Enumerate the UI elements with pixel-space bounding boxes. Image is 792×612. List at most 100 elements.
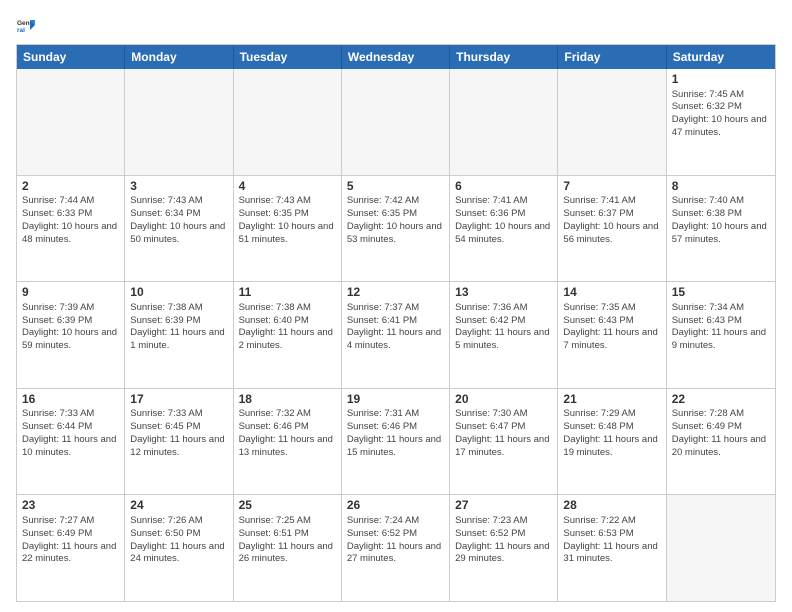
day-header-saturday: Saturday	[667, 45, 775, 69]
day-info: Sunrise: 7:31 AM Sunset: 6:46 PM Dayligh…	[347, 408, 444, 459]
week-row-4: 16Sunrise: 7:33 AM Sunset: 6:44 PM Dayli…	[17, 388, 775, 495]
day-cell: 7Sunrise: 7:41 AM Sunset: 6:37 PM Daylig…	[558, 176, 666, 282]
day-info: Sunrise: 7:36 AM Sunset: 6:42 PM Dayligh…	[455, 302, 552, 353]
day-cell: 25Sunrise: 7:25 AM Sunset: 6:51 PM Dayli…	[234, 495, 342, 601]
day-cell: 24Sunrise: 7:26 AM Sunset: 6:50 PM Dayli…	[125, 495, 233, 601]
day-cell: 21Sunrise: 7:29 AM Sunset: 6:48 PM Dayli…	[558, 389, 666, 495]
day-info: Sunrise: 7:38 AM Sunset: 6:39 PM Dayligh…	[130, 302, 227, 353]
day-cell: 11Sunrise: 7:38 AM Sunset: 6:40 PM Dayli…	[234, 282, 342, 388]
day-cell: 18Sunrise: 7:32 AM Sunset: 6:46 PM Dayli…	[234, 389, 342, 495]
day-info: Sunrise: 7:44 AM Sunset: 6:33 PM Dayligh…	[22, 195, 119, 246]
day-number: 26	[347, 498, 444, 514]
header: Gene ral	[16, 16, 776, 36]
day-cell: 16Sunrise: 7:33 AM Sunset: 6:44 PM Dayli…	[17, 389, 125, 495]
day-number: 8	[672, 179, 770, 195]
day-number: 4	[239, 179, 336, 195]
day-number: 27	[455, 498, 552, 514]
day-number: 2	[22, 179, 119, 195]
day-info: Sunrise: 7:24 AM Sunset: 6:52 PM Dayligh…	[347, 515, 444, 566]
day-info: Sunrise: 7:33 AM Sunset: 6:45 PM Dayligh…	[130, 408, 227, 459]
day-number: 16	[22, 392, 119, 408]
day-number: 9	[22, 285, 119, 301]
svg-text:ral: ral	[17, 27, 25, 34]
day-number: 1	[672, 72, 770, 88]
day-info: Sunrise: 7:29 AM Sunset: 6:48 PM Dayligh…	[563, 408, 660, 459]
week-row-2: 2Sunrise: 7:44 AM Sunset: 6:33 PM Daylig…	[17, 175, 775, 282]
day-cell	[234, 69, 342, 175]
day-cell: 15Sunrise: 7:34 AM Sunset: 6:43 PM Dayli…	[667, 282, 775, 388]
day-cell: 19Sunrise: 7:31 AM Sunset: 6:46 PM Dayli…	[342, 389, 450, 495]
day-info: Sunrise: 7:39 AM Sunset: 6:39 PM Dayligh…	[22, 302, 119, 353]
day-number: 24	[130, 498, 227, 514]
day-cell	[17, 69, 125, 175]
day-cell: 8Sunrise: 7:40 AM Sunset: 6:38 PM Daylig…	[667, 176, 775, 282]
day-header-thursday: Thursday	[450, 45, 558, 69]
day-cell: 2Sunrise: 7:44 AM Sunset: 6:33 PM Daylig…	[17, 176, 125, 282]
day-number: 12	[347, 285, 444, 301]
day-cell: 26Sunrise: 7:24 AM Sunset: 6:52 PM Dayli…	[342, 495, 450, 601]
day-cell: 4Sunrise: 7:43 AM Sunset: 6:35 PM Daylig…	[234, 176, 342, 282]
day-info: Sunrise: 7:43 AM Sunset: 6:34 PM Dayligh…	[130, 195, 227, 246]
day-number: 15	[672, 285, 770, 301]
page: Gene ral SundayMondayTuesdayWednesdayThu…	[0, 0, 792, 612]
day-headers: SundayMondayTuesdayWednesdayThursdayFrid…	[17, 45, 775, 69]
day-info: Sunrise: 7:43 AM Sunset: 6:35 PM Dayligh…	[239, 195, 336, 246]
day-info: Sunrise: 7:32 AM Sunset: 6:46 PM Dayligh…	[239, 408, 336, 459]
day-number: 25	[239, 498, 336, 514]
day-info: Sunrise: 7:35 AM Sunset: 6:43 PM Dayligh…	[563, 302, 660, 353]
day-info: Sunrise: 7:41 AM Sunset: 6:37 PM Dayligh…	[563, 195, 660, 246]
day-number: 7	[563, 179, 660, 195]
day-info: Sunrise: 7:26 AM Sunset: 6:50 PM Dayligh…	[130, 515, 227, 566]
day-number: 17	[130, 392, 227, 408]
day-cell	[450, 69, 558, 175]
logo: Gene ral	[16, 16, 40, 36]
day-header-wednesday: Wednesday	[342, 45, 450, 69]
day-number: 11	[239, 285, 336, 301]
day-number: 20	[455, 392, 552, 408]
day-number: 6	[455, 179, 552, 195]
day-cell	[667, 495, 775, 601]
day-header-friday: Friday	[558, 45, 666, 69]
day-info: Sunrise: 7:41 AM Sunset: 6:36 PM Dayligh…	[455, 195, 552, 246]
day-cell: 23Sunrise: 7:27 AM Sunset: 6:49 PM Dayli…	[17, 495, 125, 601]
day-number: 21	[563, 392, 660, 408]
day-info: Sunrise: 7:37 AM Sunset: 6:41 PM Dayligh…	[347, 302, 444, 353]
day-info: Sunrise: 7:45 AM Sunset: 6:32 PM Dayligh…	[672, 89, 770, 140]
day-number: 5	[347, 179, 444, 195]
day-number: 23	[22, 498, 119, 514]
day-info: Sunrise: 7:23 AM Sunset: 6:52 PM Dayligh…	[455, 515, 552, 566]
day-number: 28	[563, 498, 660, 514]
day-number: 18	[239, 392, 336, 408]
day-info: Sunrise: 7:34 AM Sunset: 6:43 PM Dayligh…	[672, 302, 770, 353]
day-cell	[125, 69, 233, 175]
week-row-3: 9Sunrise: 7:39 AM Sunset: 6:39 PM Daylig…	[17, 281, 775, 388]
day-cell: 28Sunrise: 7:22 AM Sunset: 6:53 PM Dayli…	[558, 495, 666, 601]
day-header-monday: Monday	[125, 45, 233, 69]
day-cell: 13Sunrise: 7:36 AM Sunset: 6:42 PM Dayli…	[450, 282, 558, 388]
day-info: Sunrise: 7:27 AM Sunset: 6:49 PM Dayligh…	[22, 515, 119, 566]
day-header-tuesday: Tuesday	[234, 45, 342, 69]
day-cell: 6Sunrise: 7:41 AM Sunset: 6:36 PM Daylig…	[450, 176, 558, 282]
day-cell: 22Sunrise: 7:28 AM Sunset: 6:49 PM Dayli…	[667, 389, 775, 495]
day-info: Sunrise: 7:42 AM Sunset: 6:35 PM Dayligh…	[347, 195, 444, 246]
day-info: Sunrise: 7:33 AM Sunset: 6:44 PM Dayligh…	[22, 408, 119, 459]
day-number: 10	[130, 285, 227, 301]
day-cell: 1Sunrise: 7:45 AM Sunset: 6:32 PM Daylig…	[667, 69, 775, 175]
day-info: Sunrise: 7:28 AM Sunset: 6:49 PM Dayligh…	[672, 408, 770, 459]
day-cell: 20Sunrise: 7:30 AM Sunset: 6:47 PM Dayli…	[450, 389, 558, 495]
day-header-sunday: Sunday	[17, 45, 125, 69]
day-info: Sunrise: 7:40 AM Sunset: 6:38 PM Dayligh…	[672, 195, 770, 246]
week-row-5: 23Sunrise: 7:27 AM Sunset: 6:49 PM Dayli…	[17, 494, 775, 601]
day-cell: 17Sunrise: 7:33 AM Sunset: 6:45 PM Dayli…	[125, 389, 233, 495]
day-number: 14	[563, 285, 660, 301]
calendar: SundayMondayTuesdayWednesdayThursdayFrid…	[16, 44, 776, 602]
day-cell	[342, 69, 450, 175]
day-cell	[558, 69, 666, 175]
day-info: Sunrise: 7:25 AM Sunset: 6:51 PM Dayligh…	[239, 515, 336, 566]
day-cell: 9Sunrise: 7:39 AM Sunset: 6:39 PM Daylig…	[17, 282, 125, 388]
weeks-container: 1Sunrise: 7:45 AM Sunset: 6:32 PM Daylig…	[17, 69, 775, 601]
day-info: Sunrise: 7:38 AM Sunset: 6:40 PM Dayligh…	[239, 302, 336, 353]
day-number: 22	[672, 392, 770, 408]
day-cell: 10Sunrise: 7:38 AM Sunset: 6:39 PM Dayli…	[125, 282, 233, 388]
week-row-1: 1Sunrise: 7:45 AM Sunset: 6:32 PM Daylig…	[17, 69, 775, 175]
